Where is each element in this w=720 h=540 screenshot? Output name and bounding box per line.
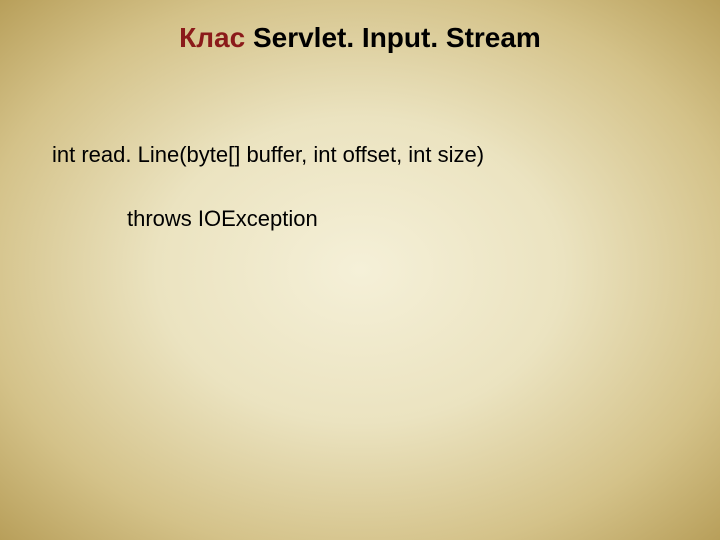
code-line-2: throws IOException — [52, 206, 720, 232]
code-line-1: int read. Line(byte[] buffer, int offset… — [52, 142, 720, 168]
slide-content: int read. Line(byte[] buffer, int offset… — [0, 54, 720, 232]
title-prefix: Клас — [179, 22, 253, 53]
slide-title: Клас Servlet. Input. Stream — [0, 0, 720, 54]
title-main: Servlet. Input. Stream — [253, 22, 541, 53]
